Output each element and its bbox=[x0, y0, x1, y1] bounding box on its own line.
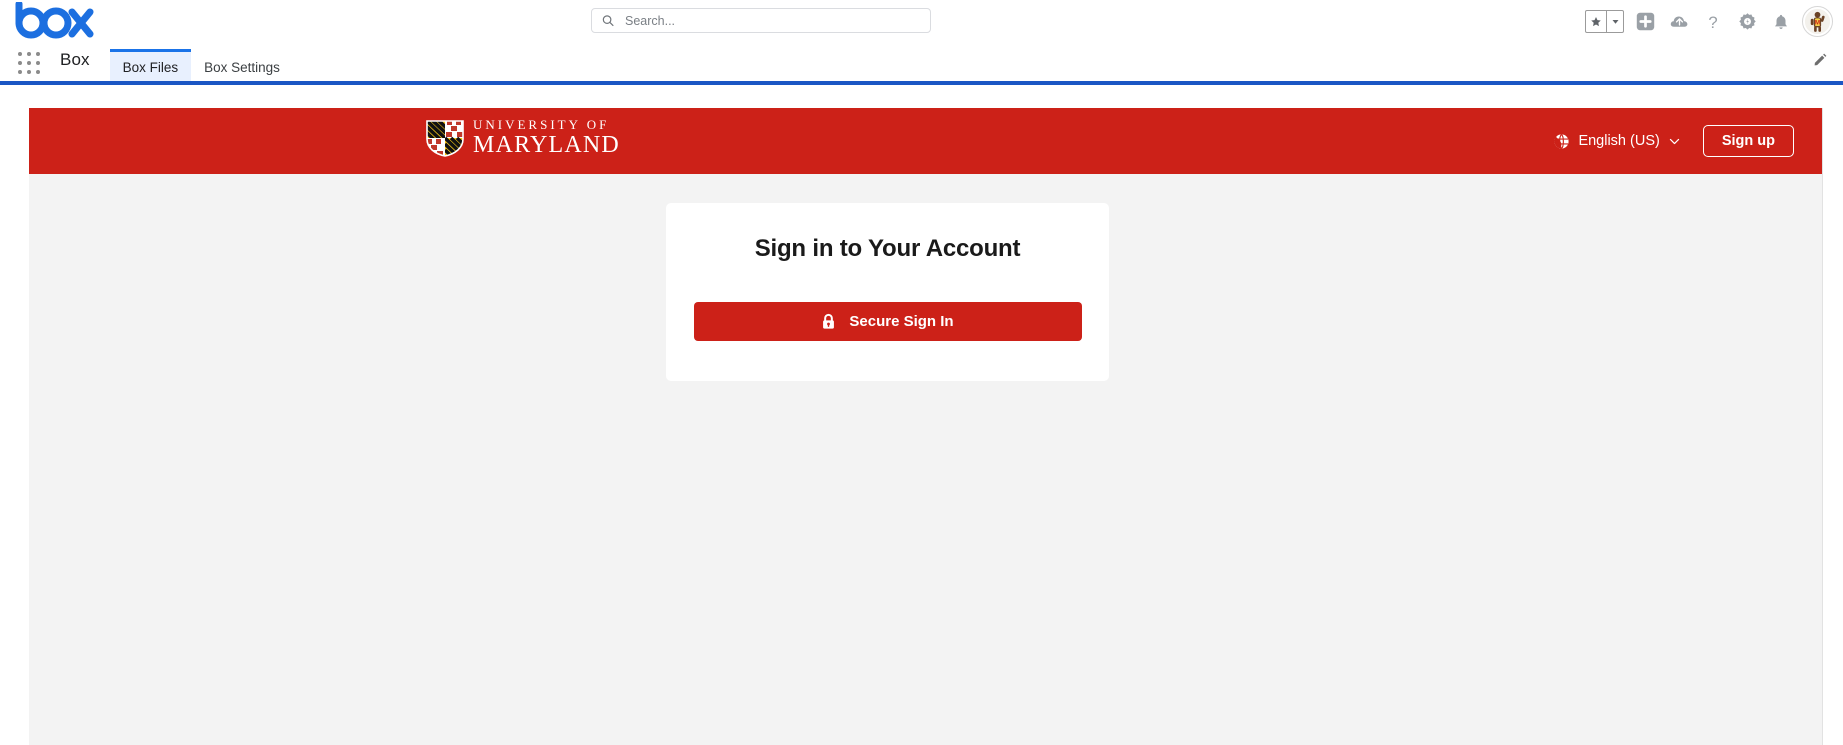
add-plus-icon[interactable] bbox=[1632, 9, 1658, 35]
search-input[interactable] bbox=[622, 12, 920, 29]
svg-text:M: M bbox=[1815, 20, 1820, 27]
chevron-down-icon bbox=[1669, 138, 1679, 144]
chrome-divider bbox=[0, 81, 1843, 85]
box-logo-svg bbox=[15, 0, 94, 39]
notifications-bell-icon[interactable] bbox=[1768, 9, 1794, 35]
chrome-toolbar: ? M bbox=[1585, 6, 1833, 37]
tab-box-files[interactable]: Box Files bbox=[109, 49, 192, 82]
lock-icon bbox=[823, 313, 835, 329]
umd-logo[interactable]: UNIVERSITY OF MARYLAND bbox=[425, 118, 620, 157]
browser-chrome: ? bbox=[0, 0, 1843, 85]
apps-grid-icon[interactable] bbox=[18, 52, 42, 76]
signin-card: Sign in to Your Account Secure Sign In bbox=[666, 203, 1109, 381]
globe-icon bbox=[1554, 133, 1570, 149]
maryland-flag-shield-icon bbox=[426, 119, 464, 157]
app-name-label: Box bbox=[60, 50, 90, 69]
page-body: Sign in to Your Account Secure Sign In bbox=[29, 174, 1822, 745]
search-icon bbox=[602, 15, 614, 27]
page-title: Sign in to Your Account bbox=[754, 235, 1021, 262]
secure-sign-in-button[interactable]: Secure Sign In bbox=[693, 302, 1082, 341]
app-header-row: Box Box Files Box Settings bbox=[0, 49, 293, 83]
umd-wordmark-line2: MARYLAND bbox=[473, 132, 620, 158]
language-selector[interactable]: English (US) bbox=[1553, 133, 1680, 150]
settings-gear-icon[interactable] bbox=[1734, 9, 1760, 35]
bookmark-star-button[interactable] bbox=[1585, 10, 1624, 33]
tab-box-settings-label: Box Settings bbox=[204, 59, 280, 75]
box-logo[interactable] bbox=[14, 0, 94, 46]
search-bar[interactable] bbox=[591, 8, 931, 33]
signup-button[interactable]: Sign up bbox=[1702, 125, 1794, 157]
secure-sign-in-label: Secure Sign In bbox=[849, 313, 954, 330]
language-label: English (US) bbox=[1578, 133, 1660, 149]
tab-box-files-label: Box Files bbox=[122, 59, 179, 75]
app-tabs: Box Files Box Settings bbox=[109, 49, 293, 82]
avatar[interactable]: M bbox=[1802, 6, 1833, 37]
tab-box-settings[interactable]: Box Settings bbox=[191, 49, 293, 82]
bookmark-dropdown-icon[interactable] bbox=[1607, 11, 1623, 32]
banner-right-controls: English (US) Sign up bbox=[1553, 108, 1794, 174]
cloud-upload-icon[interactable] bbox=[1666, 9, 1692, 35]
svg-text:?: ? bbox=[1708, 12, 1717, 31]
help-question-icon[interactable]: ? bbox=[1700, 9, 1726, 35]
embedded-page-viewport: UNIVERSITY OF MARYLAND English (US) Sign… bbox=[29, 108, 1823, 745]
user-avatar-terrapin-icon: M bbox=[1804, 8, 1831, 35]
umd-wordmark-line1: UNIVERSITY OF bbox=[473, 117, 610, 132]
bookmark-star-icon[interactable] bbox=[1586, 11, 1607, 32]
umd-wordmark: UNIVERSITY OF MARYLAND bbox=[473, 118, 620, 157]
umd-banner: UNIVERSITY OF MARYLAND English (US) Sign… bbox=[29, 108, 1822, 174]
pencil-edit-icon[interactable] bbox=[1807, 46, 1833, 72]
